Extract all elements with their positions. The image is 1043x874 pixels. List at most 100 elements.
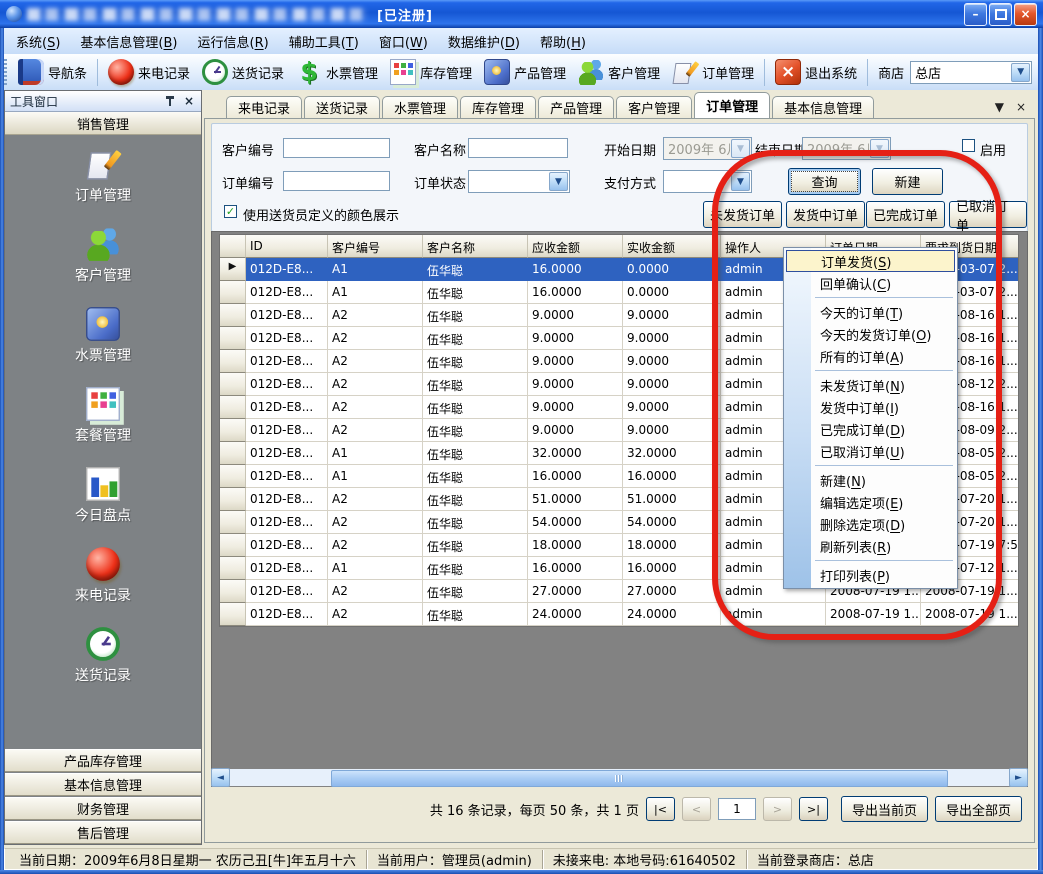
context-menu-item-今天的发货订单[interactable]: 今天的发货订单(O) bbox=[784, 323, 957, 345]
sidebar-item-水票管理[interactable]: 水票管理 bbox=[5, 307, 201, 365]
tab-订单管理[interactable]: 订单管理 bbox=[694, 92, 770, 118]
customer-no-input[interactable] bbox=[283, 138, 390, 158]
sidebar-item-送货记录[interactable]: 送货记录 bbox=[5, 627, 201, 685]
toolbar-button[interactable]: 来电记录 bbox=[102, 57, 196, 87]
toolbar-button[interactable]: 导航条 bbox=[12, 57, 93, 87]
chevron-down-icon[interactable]: ▼ bbox=[731, 139, 750, 158]
row-selector-cell[interactable] bbox=[220, 304, 246, 327]
menu-item[interactable]: 辅助工具(T) bbox=[279, 29, 369, 54]
new-button[interactable]: 新建 bbox=[872, 168, 943, 195]
last-page-button[interactable]: >| bbox=[799, 797, 828, 821]
chevron-down-icon[interactable]: ▼ bbox=[870, 139, 889, 158]
scroll-left-icon[interactable]: ◄ bbox=[211, 768, 230, 787]
query-button[interactable]: 查询 bbox=[788, 168, 861, 195]
pay-method-select[interactable]: ▼ bbox=[663, 170, 752, 193]
color-option-checkbox[interactable]: ✓ bbox=[224, 205, 237, 218]
page-number-input[interactable]: 1 bbox=[718, 798, 756, 820]
menu-item[interactable]: 窗口(W) bbox=[369, 29, 438, 54]
context-menu-item-编辑选定项[interactable]: 编辑选定项(E) bbox=[784, 491, 957, 513]
row-selector-cell[interactable] bbox=[220, 419, 246, 442]
toolbar-button[interactable]: 产品管理 bbox=[478, 57, 572, 87]
start-date-picker[interactable]: 2009年 6月 8日 ▼ bbox=[663, 137, 752, 160]
sidebar-item-套餐管理[interactable]: 套餐管理 bbox=[5, 387, 201, 445]
context-menu-item-打印列表[interactable]: 打印列表(P) bbox=[784, 564, 957, 586]
tab-基本信息管理[interactable]: 基本信息管理 bbox=[772, 96, 874, 118]
menu-item[interactable]: 数据维护(D) bbox=[438, 29, 530, 54]
table-row[interactable]: 012D-E8...A2伍华聪24.000024.0000admin2008-0… bbox=[220, 603, 1018, 626]
chevron-down-icon[interactable]: ▼ bbox=[1011, 63, 1030, 82]
tab-客户管理[interactable]: 客户管理 bbox=[616, 96, 692, 118]
enable-checkbox[interactable] bbox=[962, 139, 975, 152]
status-filter-button-发货中订单[interactable]: 发货中订单 bbox=[786, 201, 865, 228]
row-selector-cell[interactable] bbox=[220, 327, 246, 350]
sidebar-group-售后管理[interactable]: 售后管理 bbox=[5, 821, 201, 844]
export-current-page-button[interactable]: 导出当前页 bbox=[841, 796, 928, 822]
scroll-right-icon[interactable]: ► bbox=[1009, 768, 1028, 787]
sidebar-group-财务管理[interactable]: 财务管理 bbox=[5, 797, 201, 820]
context-menu-item-回单确认[interactable]: 回单确认(C) bbox=[784, 272, 957, 294]
context-menu-item-删除选定项[interactable]: 删除选定项(D) bbox=[784, 513, 957, 535]
tool-window-close-icon[interactable]: × bbox=[184, 94, 194, 108]
column-header-实收金额[interactable]: 实收金额 bbox=[623, 235, 721, 258]
tab-产品管理[interactable]: 产品管理 bbox=[538, 96, 614, 118]
sidebar-group-sales[interactable]: 销售管理 bbox=[5, 112, 201, 135]
column-header-客户名称[interactable]: 客户名称 bbox=[423, 235, 528, 258]
tab-dropdown-icon[interactable]: ▼ bbox=[995, 100, 1004, 114]
row-selector-cell[interactable] bbox=[220, 465, 246, 488]
context-menu-item-刷新列表[interactable]: 刷新列表(R) bbox=[784, 535, 957, 557]
row-selector-cell[interactable] bbox=[220, 373, 246, 396]
menu-item[interactable]: 基本信息管理(B) bbox=[70, 29, 187, 54]
context-menu-item-订单发货[interactable]: 订单发货(S) bbox=[786, 250, 955, 272]
menu-item[interactable]: 系统(S) bbox=[6, 29, 70, 54]
sidebar-item-今日盘点[interactable]: 今日盘点 bbox=[5, 467, 201, 525]
status-filter-button-未发货订单[interactable]: 未发货订单 bbox=[703, 201, 782, 228]
order-status-select[interactable]: ▼ bbox=[468, 170, 570, 193]
toolbar-button[interactable]: ×退出系统 bbox=[769, 57, 863, 87]
column-header-客户编号[interactable]: 客户编号 bbox=[328, 235, 423, 258]
row-selector-cell[interactable] bbox=[220, 534, 246, 557]
menu-item[interactable]: 运行信息(R) bbox=[188, 29, 279, 54]
horizontal-scrollbar[interactable]: ◄ ► bbox=[211, 769, 1028, 786]
pin-icon[interactable] bbox=[166, 96, 174, 106]
order-no-input[interactable] bbox=[283, 171, 390, 191]
toolbar-button[interactable]: 库存管理 bbox=[384, 57, 478, 87]
menu-item[interactable]: 帮助(H) bbox=[530, 29, 596, 54]
next-page-button[interactable]: > bbox=[763, 797, 792, 821]
column-header-ID[interactable]: ID bbox=[246, 235, 328, 258]
scrollbar-thumb[interactable] bbox=[331, 770, 948, 787]
sidebar-item-订单管理[interactable]: 订单管理 bbox=[5, 147, 201, 205]
context-menu-item-发货中订单[interactable]: 发货中订单(I) bbox=[784, 396, 957, 418]
context-menu-item-新建[interactable]: 新建(N) bbox=[784, 469, 957, 491]
chevron-down-icon[interactable]: ▼ bbox=[549, 172, 568, 191]
restore-button[interactable] bbox=[989, 3, 1012, 26]
row-selector-cell[interactable] bbox=[220, 580, 246, 603]
toolbar-button[interactable]: 客户管理 bbox=[572, 57, 666, 87]
status-filter-button-已取消订单[interactable]: 已取消订单 bbox=[949, 201, 1027, 228]
close-button[interactable]: × bbox=[1014, 3, 1037, 26]
context-menu-item-已完成订单[interactable]: 已完成订单(D) bbox=[784, 418, 957, 440]
tab-来电记录[interactable]: 来电记录 bbox=[226, 96, 302, 118]
context-menu-item-今天的订单[interactable]: 今天的订单(T) bbox=[784, 301, 957, 323]
row-selector-cell[interactable] bbox=[220, 396, 246, 419]
row-selector-cell[interactable] bbox=[220, 488, 246, 511]
toolbar-button[interactable]: 订单管理 bbox=[666, 57, 760, 87]
column-header-应收金额[interactable]: 应收金额 bbox=[528, 235, 623, 258]
context-menu-item-所有的订单[interactable]: 所有的订单(A) bbox=[784, 345, 957, 367]
row-selector-cell[interactable] bbox=[220, 511, 246, 534]
toolbar-button[interactable]: $水票管理 bbox=[290, 57, 384, 87]
chevron-down-icon[interactable]: ▼ bbox=[731, 172, 750, 191]
row-selector-cell[interactable] bbox=[220, 603, 246, 626]
row-selector-cell[interactable] bbox=[220, 557, 246, 580]
customer-name-input[interactable] bbox=[468, 138, 568, 158]
sidebar-item-客户管理[interactable]: 客户管理 bbox=[5, 227, 201, 285]
tab-close-icon[interactable]: × bbox=[1016, 100, 1026, 114]
sidebar-item-来电记录[interactable]: 来电记录 bbox=[5, 547, 201, 605]
end-date-picker[interactable]: 2009年 6月 8日 ▼ bbox=[802, 137, 891, 160]
tab-库存管理[interactable]: 库存管理 bbox=[460, 96, 536, 118]
tab-送货记录[interactable]: 送货记录 bbox=[304, 96, 380, 118]
store-combobox[interactable]: 总店▼ bbox=[910, 61, 1032, 84]
prev-page-button[interactable]: < bbox=[682, 797, 711, 821]
row-selector-cell[interactable]: ▶ bbox=[220, 258, 246, 281]
sidebar-group-基本信息管理[interactable]: 基本信息管理 bbox=[5, 773, 201, 796]
row-selector-cell[interactable] bbox=[220, 442, 246, 465]
